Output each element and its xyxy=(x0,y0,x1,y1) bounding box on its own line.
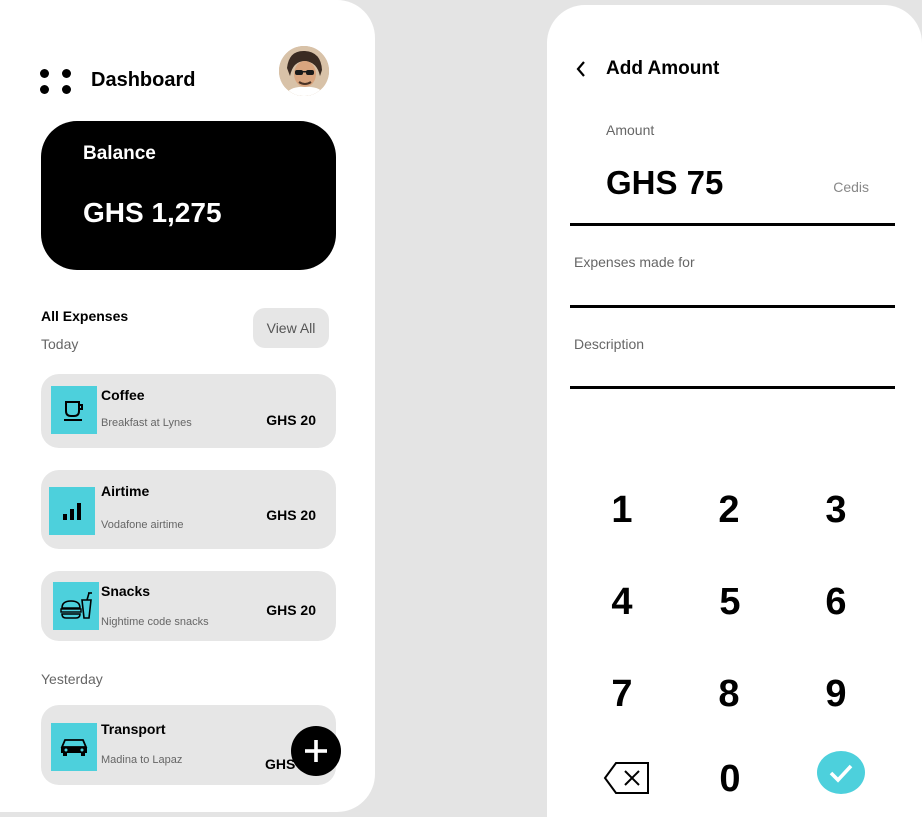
dashboard-screen: Dashboard Balance GHS 1,275 All Expenses… xyxy=(0,0,375,812)
burger-drink-icon xyxy=(53,582,99,630)
expense-item-snacks[interactable]: Snacks Nightime code snacks GHS 20 xyxy=(41,571,336,641)
expense-description: Madina to Lapaz xyxy=(101,754,183,766)
expenses-made-for-underline xyxy=(570,305,895,308)
expense-item-airtime[interactable]: Airtime Vodafone airtime GHS 20 xyxy=(41,470,336,549)
backspace-key[interactable] xyxy=(595,749,659,807)
coffee-cup-icon xyxy=(51,386,97,434)
expense-description: Breakfast at Lynes xyxy=(101,417,192,429)
expense-description: Vodafone airtime xyxy=(101,519,184,531)
add-amount-screen: Add Amount Amount GHS 75 Cedis Expenses … xyxy=(547,5,922,817)
car-icon xyxy=(51,723,97,771)
plus-icon xyxy=(305,740,327,762)
backspace-icon xyxy=(603,762,649,794)
page-title: Add Amount xyxy=(606,58,720,79)
checkmark-icon xyxy=(829,764,853,783)
expense-item-coffee[interactable]: Coffee Breakfast at Lynes GHS 20 xyxy=(41,374,336,448)
expense-amount: GHS xyxy=(265,756,296,772)
description-underline xyxy=(570,386,895,389)
yesterday-label: Yesterday xyxy=(41,671,103,687)
page-title: Dashboard xyxy=(91,69,196,91)
amount-underline xyxy=(570,223,895,226)
expense-name: Transport xyxy=(101,721,166,737)
balance-value: GHS 1,275 xyxy=(83,197,222,228)
key-1[interactable]: 1 xyxy=(587,480,657,540)
expense-amount: GHS 20 xyxy=(266,602,316,618)
back-chevron-icon[interactable] xyxy=(573,59,589,79)
expense-amount: GHS 20 xyxy=(266,507,316,523)
today-label: Today xyxy=(41,336,79,352)
key-8[interactable]: 8 xyxy=(694,664,764,724)
key-7[interactable]: 7 xyxy=(587,664,657,724)
balance-label: Balance xyxy=(83,143,156,164)
key-9[interactable]: 9 xyxy=(801,664,871,724)
amount-input[interactable]: GHS 75 xyxy=(606,164,723,202)
confirm-button[interactable] xyxy=(817,751,865,794)
expense-amount: GHS 20 xyxy=(266,412,316,428)
signal-bars-icon xyxy=(49,487,95,535)
menu-grid-icon[interactable] xyxy=(40,69,72,95)
key-2[interactable]: 2 xyxy=(694,480,764,540)
expense-description: Nightime code snacks xyxy=(101,616,209,628)
add-expense-button[interactable] xyxy=(291,726,341,776)
description-field[interactable]: Description xyxy=(574,336,644,352)
key-0[interactable]: 0 xyxy=(695,749,765,809)
key-4[interactable]: 4 xyxy=(587,572,657,632)
key-3[interactable]: 3 xyxy=(801,480,871,540)
currency-label: Cedis xyxy=(833,179,869,195)
expenses-made-for-field[interactable]: Expenses made for xyxy=(574,254,695,270)
key-5[interactable]: 5 xyxy=(695,572,765,632)
avatar[interactable] xyxy=(279,46,329,96)
expense-name: Coffee xyxy=(101,387,145,403)
balance-card: Balance GHS 1,275 xyxy=(41,121,336,270)
amount-label: Amount xyxy=(606,122,655,138)
expense-name: Airtime xyxy=(101,483,150,499)
all-expenses-heading: All Expenses xyxy=(41,308,129,324)
view-all-button[interactable]: View All xyxy=(253,308,329,348)
key-6[interactable]: 6 xyxy=(801,572,871,632)
expense-name: Snacks xyxy=(101,583,151,599)
